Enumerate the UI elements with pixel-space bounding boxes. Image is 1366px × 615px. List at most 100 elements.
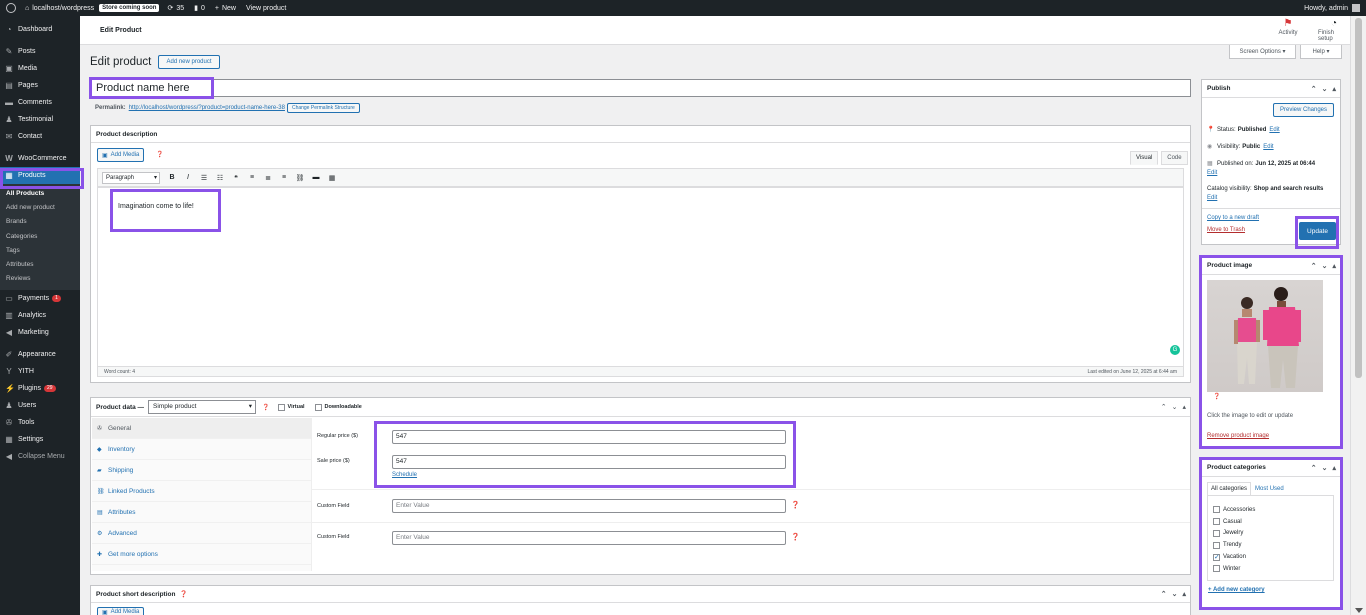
chevron-up-icon[interactable]: ⌃ [1311, 262, 1317, 270]
chevron-down-icon[interactable]: ⌄ [1322, 85, 1328, 93]
read-more-icon[interactable]: ▬ [308, 174, 324, 181]
tab-get-more-options[interactable]: ✚ Get more options [92, 544, 311, 565]
toggle-arrow-icon[interactable]: ▴ [1332, 464, 1336, 472]
help-button[interactable]: Help ▾ [1300, 45, 1342, 59]
sidebar-item-marketing[interactable]: ◀ Marketing [0, 324, 80, 341]
add-media-button[interactable]: ▣ Add Media [97, 148, 145, 162]
tab-linked-products[interactable]: ⛓ Linked Products [92, 481, 311, 502]
scroll-down-arrow[interactable] [1355, 608, 1363, 613]
sidebar-item-payments[interactable]: ▭ Payments 1 [0, 290, 80, 307]
link-icon[interactable]: ⛓ [292, 174, 308, 182]
help-icon[interactable]: ❓ [262, 404, 269, 411]
help-icon[interactable]: ❓ [156, 151, 163, 158]
sidebar-item-tools[interactable]: ✇ Tools [0, 414, 80, 431]
submenu-brands[interactable]: Brands [0, 215, 80, 229]
preview-changes-button[interactable]: Preview Changes [1273, 103, 1334, 117]
category-checkbox[interactable] [1213, 518, 1220, 526]
tab-inventory[interactable]: ◆ Inventory [92, 439, 311, 460]
finish-setup-button[interactable]: ◔ Finish setup [1318, 18, 1350, 42]
category-item[interactable]: Jewelry [1208, 528, 1333, 540]
category-checkbox-checked[interactable] [1213, 553, 1220, 561]
permalink-url-link[interactable]: http://localhost/wordpress/?product=prod… [129, 105, 285, 111]
add-media-button-short[interactable]: ▣ Add Media [97, 607, 145, 615]
category-item[interactable]: Vacation [1208, 551, 1333, 563]
new-content-link[interactable]: + New [215, 5, 236, 12]
sidebar-item-comments[interactable]: ▬ Comments [0, 94, 80, 111]
custom-field-input-2[interactable]: Enter Value [392, 531, 786, 545]
sidebar-item-settings[interactable]: ▦ Settings [0, 431, 80, 448]
help-icon[interactable]: ❓ [791, 501, 800, 509]
updates-link[interactable]: ⟳ 35 [167, 4, 184, 13]
tab-most-used[interactable]: Most Used [1251, 482, 1288, 495]
sidebar-item-media[interactable]: ▣ Media [0, 60, 80, 77]
category-checkbox[interactable] [1213, 541, 1220, 549]
chevron-down-icon[interactable]: ⌄ [1172, 590, 1178, 598]
edit-catalog-link[interactable]: Edit [1207, 195, 1217, 201]
sidebar-item-woocommerce[interactable]: W WooCommerce [0, 150, 80, 167]
category-item[interactable]: Casual [1208, 516, 1333, 528]
move-to-trash-link[interactable]: Move to Trash [1207, 227, 1245, 233]
toggle-arrow-icon[interactable]: ▴ [1332, 262, 1336, 270]
sidebar-item-posts[interactable]: ✎ Posts [0, 43, 80, 60]
chevron-up-icon[interactable]: ⌃ [1311, 464, 1317, 472]
submenu-all-products[interactable]: All Products [0, 187, 80, 201]
sidebar-item-dashboard[interactable]: ◔ Dashboard [0, 21, 80, 38]
howdy-user[interactable]: Howdy, admin [1304, 5, 1348, 12]
bullet-list-icon[interactable]: ☰ [196, 174, 212, 182]
copy-draft-link[interactable]: Copy to a new draft [1207, 215, 1259, 221]
scrollbar-thumb[interactable] [1355, 18, 1362, 378]
edit-visibility-link[interactable]: Edit [1263, 144, 1273, 150]
activity-button[interactable]: ⚑ Activity [1272, 18, 1304, 42]
bold-icon[interactable]: B [164, 174, 180, 181]
page-scrollbar[interactable] [1350, 16, 1366, 615]
sidebar-collapse-menu[interactable]: ◀ Collapse Menu [0, 448, 80, 465]
sidebar-item-appearance[interactable]: ✐ Appearance [0, 346, 80, 363]
submenu-reviews[interactable]: Reviews [0, 272, 80, 286]
change-permalink-button[interactable]: Change Permalink Structure [286, 103, 360, 113]
custom-field-input-1[interactable]: Enter Value [392, 499, 786, 513]
align-right-icon[interactable]: ≡ [276, 174, 292, 181]
submenu-categories[interactable]: Categories [0, 230, 80, 244]
tab-general[interactable]: ✇ General [92, 418, 311, 439]
schedule-link[interactable]: Schedule [392, 472, 417, 478]
align-center-icon[interactable]: ≣ [260, 174, 276, 182]
tab-code[interactable]: Code [1161, 151, 1188, 165]
remove-product-image-link[interactable]: Remove product image [1207, 433, 1269, 439]
help-icon[interactable]: ❓ [791, 533, 800, 541]
tab-shipping[interactable]: ▰ Shipping [92, 460, 311, 481]
product-title-input[interactable]: Product name here [90, 79, 1191, 97]
comments-link[interactable]: ▮ 0 [194, 4, 205, 13]
store-status-badge[interactable]: Store coming soon [99, 4, 160, 12]
sidebar-item-yith[interactable]: Y YITH [0, 363, 80, 380]
sidebar-item-plugins[interactable]: ⚡ Plugins 29 [0, 380, 80, 397]
help-icon[interactable]: ❓ [179, 590, 187, 598]
tab-visual[interactable]: Visual [1130, 151, 1159, 165]
screen-options-button[interactable]: Screen Options ▾ [1229, 45, 1296, 59]
add-new-product-button[interactable]: Add new product [158, 55, 220, 69]
product-type-select[interactable]: Simple product [148, 400, 257, 414]
chevron-up-icon[interactable]: ⌃ [1311, 85, 1317, 93]
product-image-thumbnail[interactable] [1207, 280, 1323, 392]
view-product-link[interactable]: View product [246, 5, 286, 12]
sidebar-item-contact[interactable]: ✉ Contact [0, 128, 80, 145]
category-checkbox[interactable] [1213, 529, 1220, 537]
chevron-down-icon[interactable]: ⌄ [1322, 464, 1328, 472]
chevron-down-icon[interactable]: ⌄ [1172, 403, 1178, 411]
toggle-arrow-icon[interactable]: ▴ [1182, 403, 1186, 411]
submenu-tags[interactable]: Tags [0, 244, 80, 258]
chevron-down-icon[interactable]: ⌄ [1322, 262, 1328, 270]
category-checkbox[interactable] [1213, 506, 1220, 514]
downloadable-checkbox[interactable]: Downloadable [314, 403, 362, 411]
chevron-up-icon[interactable]: ⌃ [1161, 403, 1167, 411]
submenu-add-new-product[interactable]: Add new product [0, 201, 80, 215]
tab-advanced[interactable]: ⚙ Advanced [92, 523, 311, 544]
align-left-icon[interactable]: ≡ [244, 174, 260, 181]
avatar[interactable] [1352, 4, 1360, 12]
edit-date-link[interactable]: Edit [1207, 170, 1217, 176]
format-select[interactable]: Paragraph [102, 171, 160, 184]
description-editor-area[interactable] [97, 187, 1184, 367]
update-button[interactable]: Update [1299, 222, 1336, 240]
sidebar-item-testimonial[interactable]: ♟ Testimonial [0, 111, 80, 128]
sidebar-item-users[interactable]: ♟ Users [0, 397, 80, 414]
sidebar-item-products[interactable]: ▦ Products [0, 167, 80, 184]
